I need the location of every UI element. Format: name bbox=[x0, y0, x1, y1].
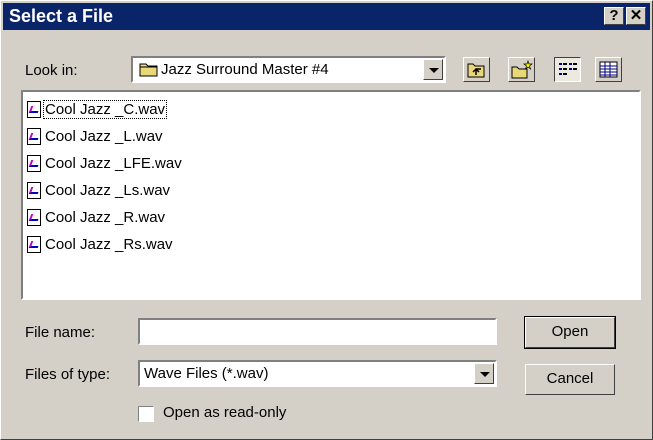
look-in-value: Jazz Surround Master #4 bbox=[161, 61, 329, 78]
new-folder-icon bbox=[511, 59, 533, 79]
file-type-label: Files of type: bbox=[25, 366, 111, 383]
help-button[interactable]: ? bbox=[604, 7, 624, 25]
open-button[interactable]: Open bbox=[524, 316, 616, 349]
file-name: Cool Jazz _C.wav bbox=[42, 99, 168, 119]
wave-file-icon bbox=[27, 100, 41, 118]
read-only-label[interactable]: Open as read-only bbox=[163, 404, 286, 421]
file-name-field[interactable] bbox=[138, 318, 497, 345]
close-button[interactable]: ✕ bbox=[626, 7, 646, 25]
folder-icon bbox=[139, 61, 159, 81]
chevron-down-icon[interactable] bbox=[423, 59, 443, 80]
dialog-title: Select a File bbox=[9, 6, 114, 26]
file-type-dropdown[interactable]: Wave Files (*.wav) bbox=[138, 360, 497, 387]
wave-file-icon bbox=[27, 154, 41, 172]
list-item[interactable]: Cool Jazz _L.wav bbox=[27, 125, 164, 147]
new-folder-button[interactable] bbox=[508, 57, 535, 82]
look-in-dropdown[interactable]: Jazz Surround Master #4 bbox=[131, 56, 446, 83]
list-item[interactable]: Cool Jazz _R.wav bbox=[27, 206, 166, 228]
list-item[interactable]: Cool Jazz _C.wav bbox=[27, 98, 168, 120]
file-list[interactable]: Cool Jazz _C.wav Cool Jazz _L.wav Cool J… bbox=[21, 90, 641, 300]
list-view-button[interactable] bbox=[554, 57, 581, 82]
file-name: Cool Jazz _Ls.wav bbox=[45, 181, 171, 199]
wave-file-icon bbox=[27, 235, 41, 253]
select-file-dialog: Select a File ? ✕ Look in: Jazz Surround… bbox=[0, 0, 653, 440]
up-one-level-button[interactable] bbox=[463, 57, 490, 82]
wave-file-icon bbox=[27, 181, 41, 199]
title-bar[interactable]: Select a File ? ✕ bbox=[3, 3, 650, 30]
cancel-button[interactable]: Cancel bbox=[525, 364, 615, 395]
look-in-label: Look in: bbox=[25, 62, 78, 79]
file-name: Cool Jazz _Rs.wav bbox=[45, 235, 173, 253]
list-item[interactable]: Cool Jazz _Rs.wav bbox=[27, 233, 174, 255]
file-name: Cool Jazz _L.wav bbox=[45, 127, 163, 145]
wave-file-icon bbox=[27, 127, 41, 145]
list-item[interactable]: Cool Jazz _Ls.wav bbox=[27, 179, 171, 201]
up-folder-icon bbox=[467, 63, 485, 78]
details-view-button[interactable] bbox=[595, 57, 622, 82]
file-name: Cool Jazz _R.wav bbox=[45, 208, 166, 226]
list-item[interactable]: Cool Jazz _LFE.wav bbox=[27, 152, 183, 174]
list-view-icon bbox=[559, 63, 577, 75]
file-name: Cool Jazz _LFE.wav bbox=[45, 154, 182, 172]
chevron-down-icon[interactable] bbox=[474, 363, 494, 384]
details-view-icon bbox=[599, 61, 618, 78]
file-name-label: File name: bbox=[25, 324, 96, 341]
wave-file-icon bbox=[27, 208, 41, 226]
file-type-value: Wave Files (*.wav) bbox=[144, 365, 269, 382]
read-only-checkbox[interactable] bbox=[138, 406, 154, 422]
